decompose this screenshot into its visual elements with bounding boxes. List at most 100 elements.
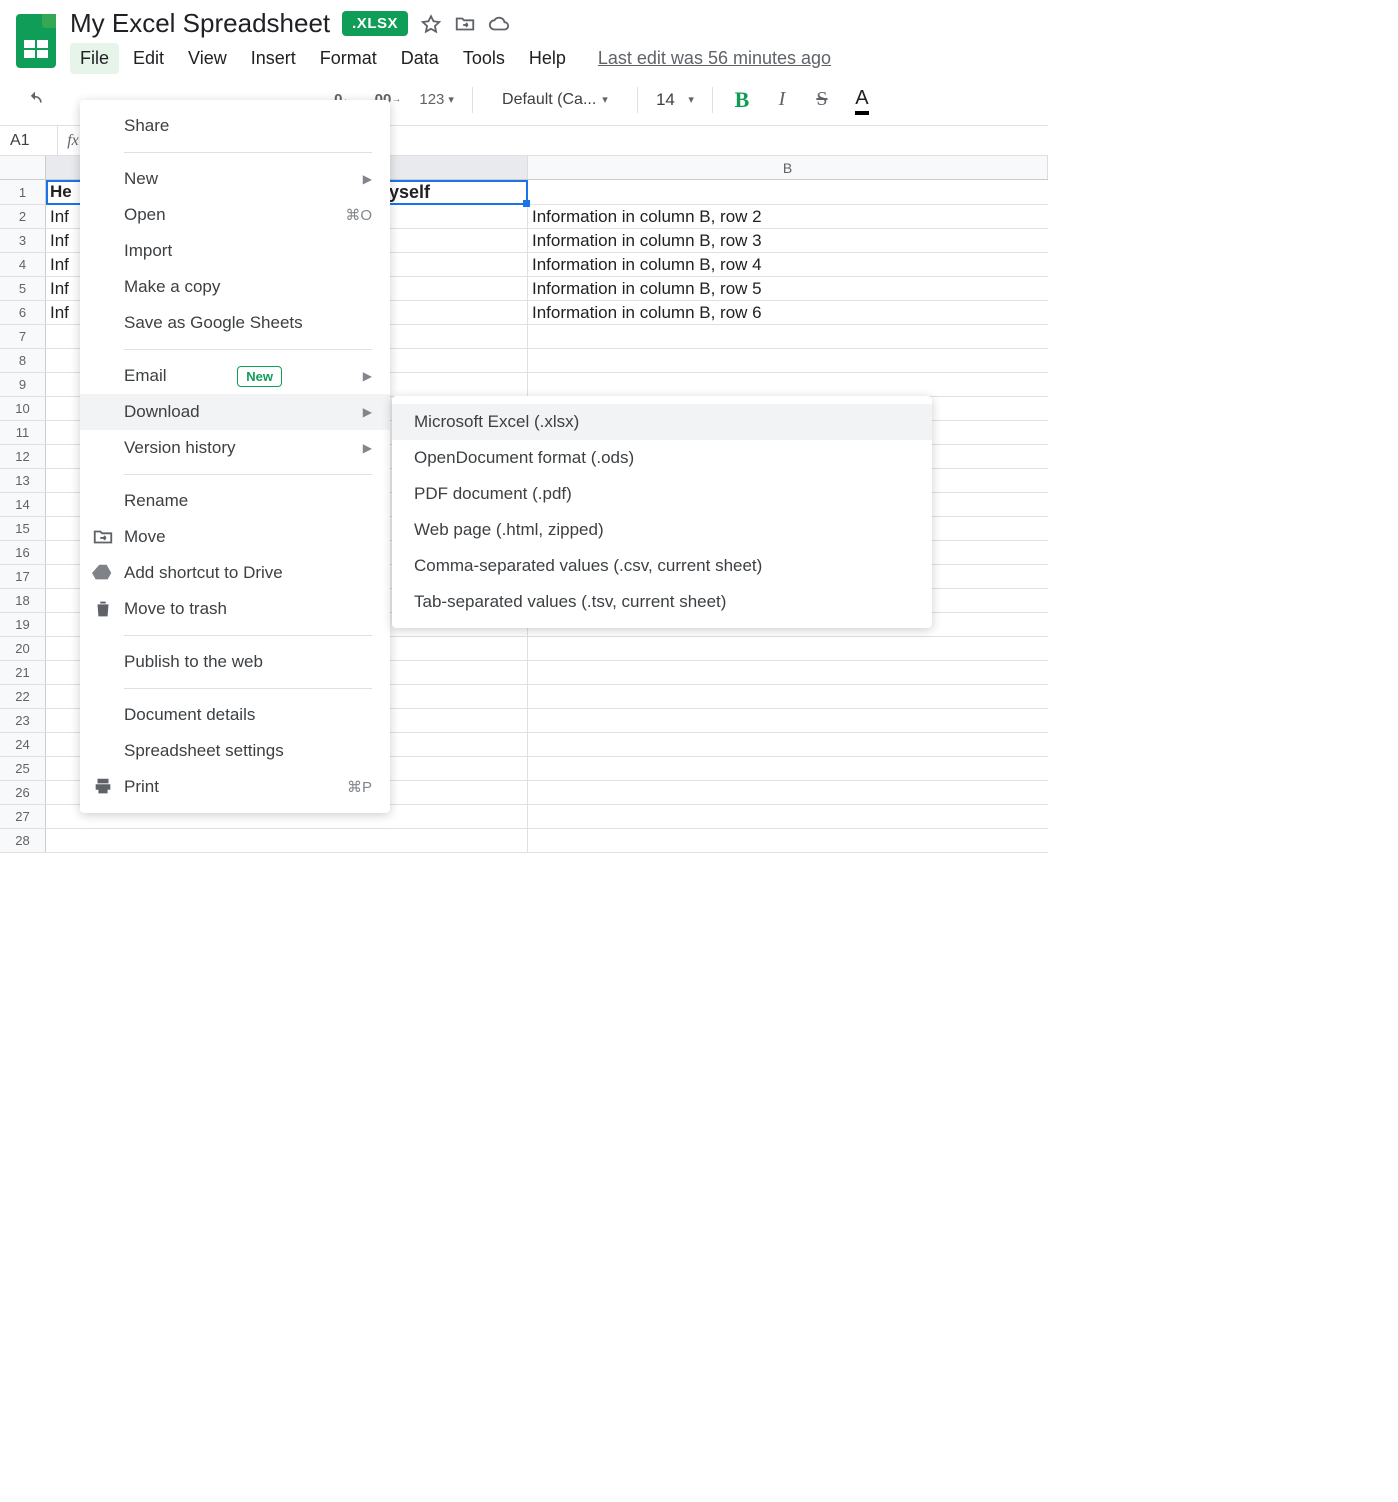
row-header[interactable]: 21 [0, 661, 46, 684]
bold-button[interactable]: B [725, 83, 759, 117]
file-move-to-trash[interactable]: Move to trash [80, 591, 390, 627]
download-xlsx[interactable]: Microsoft Excel (.xlsx) [392, 404, 932, 440]
cell[interactable] [528, 733, 1048, 756]
file-add-shortcut[interactable]: Add shortcut to Drive [80, 555, 390, 591]
row-header[interactable]: 25 [0, 757, 46, 780]
row-header[interactable]: 26 [0, 781, 46, 804]
download-tsv[interactable]: Tab-separated values (.tsv, current shee… [392, 584, 932, 620]
drive-icon [92, 562, 114, 584]
row-header[interactable]: 7 [0, 325, 46, 348]
submenu-arrow-icon: ▶ [363, 405, 372, 419]
cell[interactable] [528, 805, 1048, 828]
row-header[interactable]: 2 [0, 205, 46, 228]
menu-format[interactable]: Format [310, 43, 387, 74]
row-header[interactable]: 13 [0, 469, 46, 492]
row-header[interactable]: 27 [0, 805, 46, 828]
menu-help[interactable]: Help [519, 43, 576, 74]
cell[interactable] [528, 373, 1048, 396]
menu-file[interactable]: File [70, 43, 119, 74]
cell[interactable] [528, 637, 1048, 660]
xlsx-badge: .XLSX [342, 11, 408, 36]
cell[interactable]: Information in column B, row 2 [528, 205, 1048, 228]
cell-reference[interactable]: A1 [0, 126, 58, 155]
file-download[interactable]: Download▶ [80, 394, 390, 430]
cell[interactable]: Information in column B, row 4 [528, 253, 1048, 276]
file-open[interactable]: Open⌘O [80, 197, 390, 233]
row-header[interactable]: 9 [0, 373, 46, 396]
cell[interactable]: Information in column B, row 3 [528, 229, 1048, 252]
row-header[interactable]: 5 [0, 277, 46, 300]
cell[interactable] [528, 757, 1048, 780]
file-publish[interactable]: Publish to the web [80, 644, 390, 680]
file-email[interactable]: EmailNew▶ [80, 358, 390, 394]
cell[interactable] [528, 685, 1048, 708]
italic-button[interactable]: I [765, 83, 799, 117]
menu-data[interactable]: Data [391, 43, 449, 74]
row-header[interactable]: 19 [0, 613, 46, 636]
cell[interactable] [528, 180, 1048, 204]
submenu-arrow-icon: ▶ [363, 369, 372, 383]
file-spreadsheet-settings[interactable]: Spreadsheet settings [80, 733, 390, 769]
text-color-button[interactable]: A [845, 83, 879, 117]
row-header[interactable]: 28 [0, 829, 46, 852]
download-csv[interactable]: Comma-separated values (.csv, current sh… [392, 548, 932, 584]
file-save-as-gsheets[interactable]: Save as Google Sheets [80, 305, 390, 341]
row-header[interactable]: 1 [0, 180, 46, 204]
font-selector[interactable]: Default (Ca...▾ [485, 83, 625, 117]
row-header[interactable]: 12 [0, 445, 46, 468]
file-document-details[interactable]: Document details [80, 697, 390, 733]
row-header[interactable]: 24 [0, 733, 46, 756]
file-share[interactable]: Share [80, 108, 390, 144]
cell[interactable] [528, 709, 1048, 732]
file-import[interactable]: Import [80, 233, 390, 269]
download-html[interactable]: Web page (.html, zipped) [392, 512, 932, 548]
row-header[interactable]: 20 [0, 637, 46, 660]
row-header[interactable]: 15 [0, 517, 46, 540]
menu-insert[interactable]: Insert [241, 43, 306, 74]
row-header[interactable]: 6 [0, 301, 46, 324]
menu-edit[interactable]: Edit [123, 43, 174, 74]
submenu-arrow-icon: ▶ [363, 441, 372, 455]
menu-view[interactable]: View [178, 43, 237, 74]
row-header[interactable]: 11 [0, 421, 46, 444]
row-header[interactable]: 18 [0, 589, 46, 612]
move-folder-icon[interactable] [454, 13, 476, 35]
file-print[interactable]: Print⌘P [80, 769, 390, 805]
cell[interactable] [528, 781, 1048, 804]
file-rename[interactable]: Rename [80, 483, 390, 519]
download-ods[interactable]: OpenDocument format (.ods) [392, 440, 932, 476]
file-new[interactable]: New▶ [80, 161, 390, 197]
row-header[interactable]: 14 [0, 493, 46, 516]
more-formats-button[interactable]: 123▾ [413, 83, 460, 117]
file-move[interactable]: Move [80, 519, 390, 555]
row-header[interactable]: 16 [0, 541, 46, 564]
cell[interactable] [528, 349, 1048, 372]
document-title[interactable]: My Excel Spreadsheet [70, 8, 330, 39]
row-header[interactable]: 17 [0, 565, 46, 588]
submenu-arrow-icon: ▶ [363, 172, 372, 186]
menu-tools[interactable]: Tools [453, 43, 515, 74]
cloud-status-icon[interactable] [488, 13, 510, 35]
row-header[interactable]: 22 [0, 685, 46, 708]
row-header[interactable]: 23 [0, 709, 46, 732]
select-all-corner[interactable] [0, 156, 46, 179]
file-make-copy[interactable]: Make a copy [80, 269, 390, 305]
cell[interactable] [528, 661, 1048, 684]
column-header-b[interactable]: B [528, 156, 1048, 179]
row-header[interactable]: 10 [0, 397, 46, 420]
row-header[interactable]: 3 [0, 229, 46, 252]
download-pdf[interactable]: PDF document (.pdf) [392, 476, 932, 512]
cell[interactable]: Information in column B, row 6 [528, 301, 1048, 324]
row-header[interactable]: 4 [0, 253, 46, 276]
font-size-selector[interactable]: 14▾ [650, 83, 700, 117]
undo-button[interactable] [18, 83, 52, 117]
cell[interactable] [528, 829, 1048, 852]
cell[interactable] [46, 829, 528, 852]
star-icon[interactable] [420, 13, 442, 35]
cell[interactable] [528, 325, 1048, 348]
cell[interactable]: Information in column B, row 5 [528, 277, 1048, 300]
strikethrough-button[interactable]: S [805, 83, 839, 117]
row-header[interactable]: 8 [0, 349, 46, 372]
file-version-history[interactable]: Version history▶ [80, 430, 390, 466]
last-edit-link[interactable]: Last edit was 56 minutes ago [598, 48, 831, 69]
